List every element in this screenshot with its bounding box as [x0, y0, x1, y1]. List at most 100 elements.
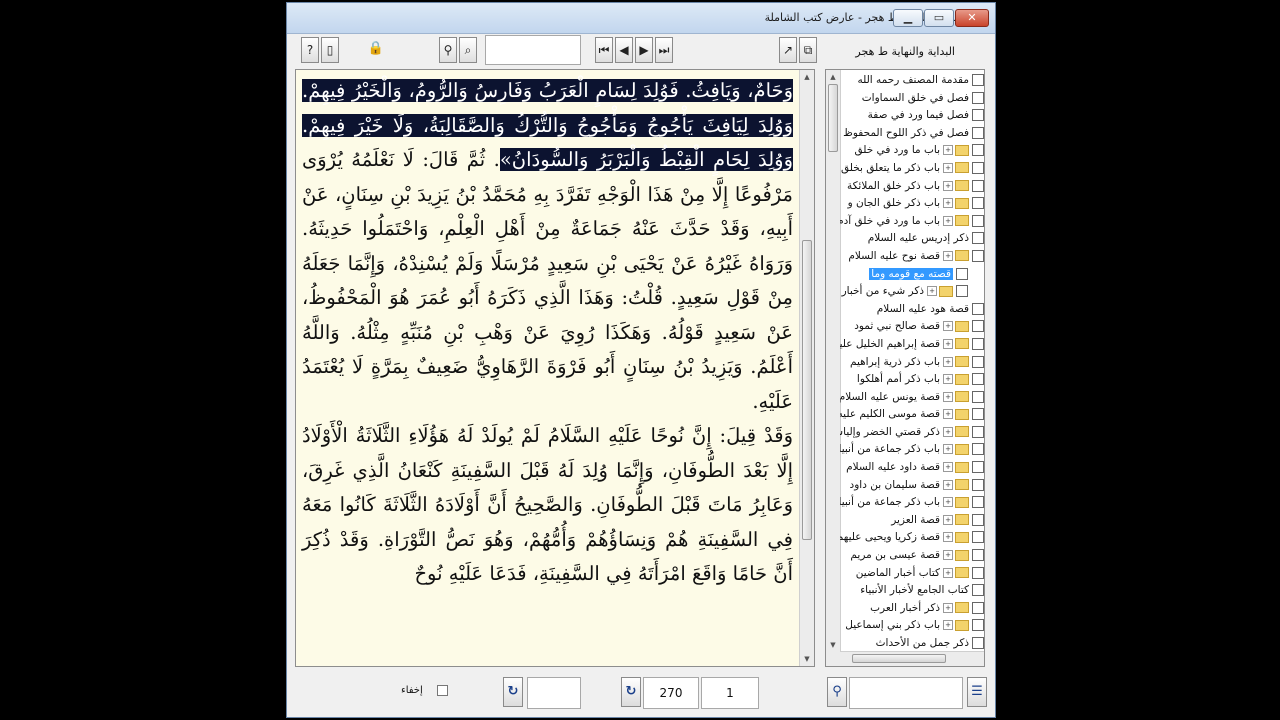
search-page-button[interactable]: ⌕: [459, 37, 477, 63]
toc-item[interactable]: +باب ذكر جماعة من أنبياء: [840, 494, 984, 512]
checkbox-icon[interactable]: [972, 161, 984, 174]
expand-icon[interactable]: +: [943, 180, 953, 191]
reader-pane[interactable]: وَحَامٌ، وَيَافِثُ. فَوُلِدَ لِسَامٍ الْ…: [295, 69, 815, 667]
reader-scroll-thumb[interactable]: [802, 240, 812, 540]
expand-icon[interactable]: +: [943, 550, 953, 561]
toc-item[interactable]: فصل في ذكر اللوح المحفوظ: [840, 125, 984, 143]
toc-item[interactable]: ذكر إدريس عليه السلام: [840, 230, 984, 248]
minimize-button[interactable]: ▁: [893, 9, 923, 27]
checkbox-icon[interactable]: [972, 531, 984, 544]
toc-item[interactable]: +ذكر قصتي الخضر وإلياس: [840, 424, 984, 442]
prev-page-button[interactable]: ◀: [615, 37, 633, 63]
toc-item[interactable]: فصل في خلق السماوات: [840, 90, 984, 108]
checkbox-icon[interactable]: [972, 144, 984, 157]
status-search-input[interactable]: [849, 677, 963, 709]
refresh-button-left[interactable]: ↻: [503, 677, 523, 707]
expand-icon[interactable]: +: [943, 338, 953, 349]
expand-icon[interactable]: +: [943, 532, 953, 543]
copy-button[interactable]: ⧉: [799, 37, 817, 63]
toc-hscroll-thumb[interactable]: [852, 654, 946, 663]
toc-item[interactable]: +قصة داود عليه السلام: [840, 459, 984, 477]
toc-item[interactable]: +باب ذكر خلق الجان و: [840, 195, 984, 213]
checkbox-icon[interactable]: [972, 214, 984, 227]
toc-item[interactable]: مقدمة المصنف رحمه الله: [840, 72, 984, 90]
book-text[interactable]: وَحَامٌ، وَيَافِثُ. فَوُلِدَ لِسَامٍ الْ…: [296, 70, 801, 666]
checkbox-icon[interactable]: [972, 74, 984, 86]
toc-item[interactable]: +باب ذكر أمم أهلكوا: [840, 371, 984, 389]
checkbox-icon[interactable]: [972, 390, 984, 403]
expand-icon[interactable]: +: [943, 602, 953, 613]
expand-icon[interactable]: +: [943, 444, 953, 455]
status-find-button[interactable]: ⚲: [827, 677, 847, 707]
checkbox-icon[interactable]: [972, 584, 984, 597]
checkbox-icon[interactable]: [972, 549, 984, 562]
checkbox-icon[interactable]: [972, 355, 984, 368]
toc-item[interactable]: +باب ذكر ذرية إبراهيم: [840, 354, 984, 372]
first-page-button[interactable]: ⏮: [595, 37, 613, 63]
toc-item[interactable]: فصل فيما ورد في صفة: [840, 107, 984, 125]
checkbox-icon[interactable]: [972, 637, 984, 649]
expand-icon[interactable]: +: [943, 321, 953, 332]
toc-item[interactable]: +قصة زكريا ويحيى عليهما: [840, 529, 984, 547]
toc-item[interactable]: كتاب الجامع لأخبار الأنبياء: [840, 582, 984, 600]
checkbox-icon[interactable]: [956, 267, 968, 280]
checkbox-icon[interactable]: [972, 302, 984, 315]
lock-button[interactable]: 🔒: [367, 37, 385, 63]
checkbox-icon[interactable]: [972, 601, 984, 614]
toc-item[interactable]: +باب ذكر جماعة من أنبياء: [840, 441, 984, 459]
list-button[interactable]: ☰: [967, 677, 987, 707]
expand-icon[interactable]: +: [943, 356, 953, 367]
expand-icon[interactable]: +: [943, 497, 953, 508]
expand-icon[interactable]: +: [943, 374, 953, 385]
expand-icon[interactable]: +: [943, 215, 953, 226]
toc-item[interactable]: +باب ذكر ما يتعلق بخلق: [840, 160, 984, 178]
checkbox-icon[interactable]: [972, 197, 984, 210]
reader-scrollbar[interactable]: ▲ ▼: [799, 70, 814, 666]
expand-icon[interactable]: +: [943, 479, 953, 490]
toc-scrollbar[interactable]: ▲ ▼: [826, 70, 841, 666]
toc-item[interactable]: +قصة إبراهيم الخليل عليه: [840, 336, 984, 354]
status-input-a[interactable]: [527, 677, 581, 709]
toc-item[interactable]: +قصة نوح عليه السلام: [840, 248, 984, 266]
checkbox-icon[interactable]: [972, 126, 984, 139]
checkbox-icon[interactable]: [972, 91, 984, 104]
toc-item[interactable]: +قصة يونس عليه السلام: [840, 389, 984, 407]
refresh-button-right[interactable]: ↻: [621, 677, 641, 707]
checkbox-icon[interactable]: [972, 443, 984, 456]
expand-icon[interactable]: +: [943, 162, 953, 173]
expand-icon[interactable]: +: [943, 567, 953, 578]
expand-icon[interactable]: +: [943, 620, 953, 631]
toc-item[interactable]: +باب ما ورد في خلق: [840, 142, 984, 160]
checkbox-icon[interactable]: [972, 513, 984, 526]
toc-item[interactable]: +قصة العزير: [840, 512, 984, 530]
toolbar-search-input[interactable]: [485, 35, 581, 65]
checkbox-icon[interactable]: [972, 408, 984, 421]
checkbox-icon[interactable]: [972, 109, 984, 122]
page-number-input[interactable]: 1: [701, 677, 759, 709]
maximize-button[interactable]: ▭: [924, 9, 954, 27]
page-button[interactable]: ▯: [321, 37, 339, 63]
checkbox-icon[interactable]: [972, 478, 984, 491]
expand-icon[interactable]: +: [943, 426, 953, 437]
open-button[interactable]: ↗: [779, 37, 797, 63]
find-button[interactable]: ⚲: [439, 37, 457, 63]
toc-item[interactable]: +قصة موسى الكليم عليه: [840, 406, 984, 424]
checkbox-icon[interactable]: [972, 566, 984, 579]
checkbox-icon[interactable]: [972, 337, 984, 350]
expand-icon[interactable]: +: [943, 514, 953, 525]
expand-icon[interactable]: +: [943, 145, 953, 156]
next-page-button[interactable]: ▶: [635, 37, 653, 63]
expand-icon[interactable]: +: [943, 391, 953, 402]
hide-checkbox[interactable]: [437, 685, 448, 696]
toc-item[interactable]: +ذكر شيء من أخبار: [840, 283, 984, 301]
toc-item[interactable]: +قصة سليمان بن داود: [840, 477, 984, 495]
help-button[interactable]: ?: [301, 37, 319, 63]
page-total-field[interactable]: 270: [643, 677, 699, 709]
checkbox-icon[interactable]: [972, 320, 984, 333]
toc-item[interactable]: +ذكر أخبار العرب: [840, 600, 984, 618]
toc-item[interactable]: قصة هود عليه السلام: [840, 301, 984, 319]
checkbox-icon[interactable]: [972, 232, 984, 245]
expand-icon[interactable]: +: [943, 250, 953, 261]
toc-scroll-down-icon[interactable]: ▼: [827, 638, 839, 652]
toc-item[interactable]: +باب ذكر بني إسماعيل: [840, 617, 984, 635]
